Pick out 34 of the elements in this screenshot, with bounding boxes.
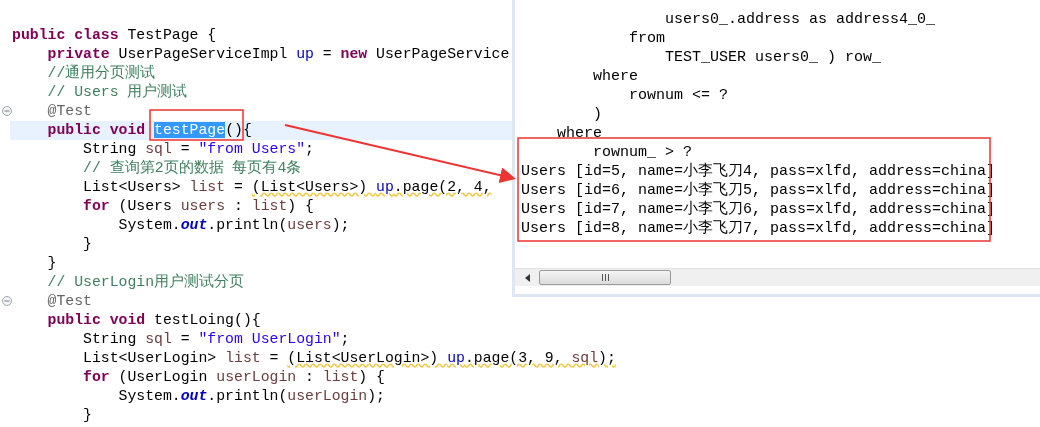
code-line: System.out.println(users); — [117, 216, 350, 235]
console-line: rownum <= ? — [628, 86, 729, 105]
console-line: ) — [592, 105, 602, 124]
code-line: String sql = "from Users"; — [82, 140, 314, 159]
code-line: // UserLogin用户测试分页 — [46, 273, 245, 292]
console-line: TEST_USER users0_ ) row_ — [664, 48, 882, 67]
code-line: List<Users> list = (List<Users>) up.page(2, 4, — [82, 178, 492, 197]
console-line: users0_.address as address4_0_ — [664, 10, 936, 29]
fold-icon[interactable] — [2, 106, 12, 116]
fold-icon[interactable] — [2, 296, 12, 306]
code-line: public void testLoing(){ — [46, 311, 261, 330]
code-line: for (Users users : list) { — [82, 197, 314, 216]
code-line: // Users 用户测试 — [46, 83, 188, 102]
code-line: } — [82, 235, 92, 254]
scroll-thumb[interactable] — [539, 270, 671, 285]
code-line: System.out.println(userLogin); — [117, 387, 385, 406]
horizontal-scrollbar[interactable] — [515, 268, 1040, 286]
code-line: List<UserLogin> list = (List<UserLogin>) up.page(3, 9, sql); — [82, 349, 616, 368]
code-line: } — [46, 254, 57, 273]
code-line: @Test — [46, 292, 92, 311]
code-line: for (UserLogin userLogin : list) { — [82, 368, 385, 387]
code-line: //通用分页测试 — [46, 64, 156, 83]
console-line: where — [556, 124, 602, 143]
code-line: @Test — [46, 102, 92, 121]
console-line: from — [628, 29, 666, 48]
grip-icon — [601, 274, 609, 281]
code-line: public class TestPage { — [12, 26, 217, 45]
scroll-left-icon[interactable] — [525, 273, 531, 282]
code-line: String sql = "from UserLogin"; — [82, 330, 350, 349]
code-line: private UserPageServiceImpl up = new UserPageService — [46, 45, 510, 64]
console-line: rownum_ > ? — [592, 143, 693, 162]
console-line: where — [592, 67, 639, 86]
code-line: } — [82, 406, 92, 425]
code-line: // 查询第2页的数据 每页有4条 — [82, 159, 302, 178]
